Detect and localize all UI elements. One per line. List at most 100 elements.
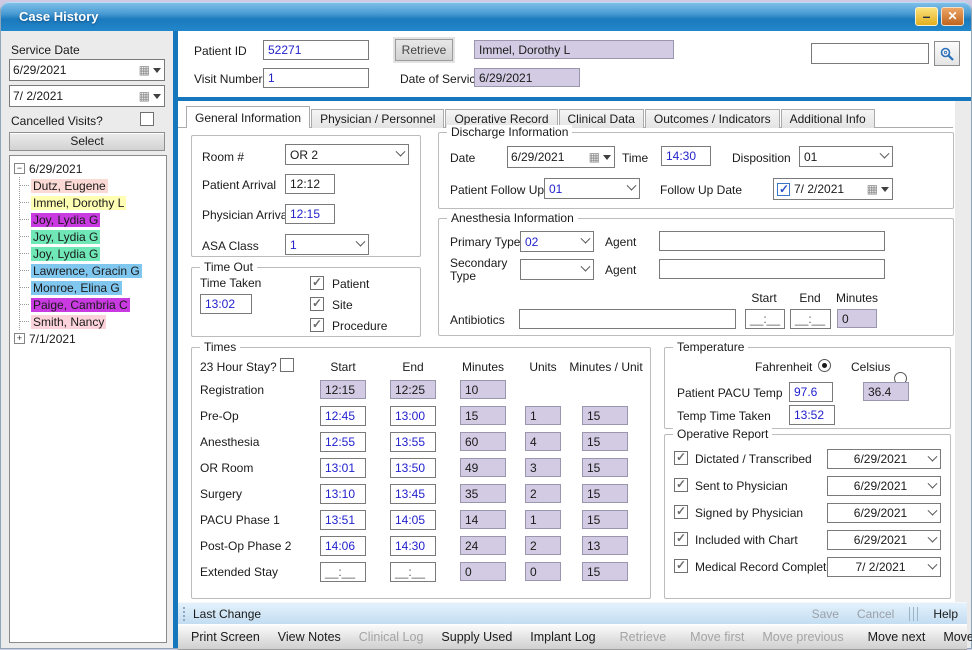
discharge-time-field[interactable]: 14:30	[661, 146, 711, 166]
opreport-date-included-with-chart[interactable]: 6/29/2021	[827, 530, 941, 550]
service-date-label: Service Date	[11, 43, 80, 57]
time-out-groupbox: Time Out Time Taken 13:02 PatientSitePro…	[191, 267, 421, 337]
times-row-label: Anesthesia	[200, 435, 259, 449]
tree-item-immel-dorothy-l[interactable]: Immel, Dorothy L	[20, 194, 166, 211]
toolbar-supply-used-button[interactable]: Supply Used	[432, 630, 521, 644]
times-start-field[interactable]: 13:10	[320, 484, 366, 504]
patient-arrival-value: 12:12	[290, 177, 320, 191]
opreport-checkbox-medical-record-complete[interactable]	[674, 559, 688, 573]
select-button[interactable]: Select	[9, 132, 165, 151]
opreport-date-medical-record-complete[interactable]: 7/ 2/2021	[827, 557, 941, 577]
visit-number-field[interactable]: 1	[263, 68, 369, 88]
primary-type-combo[interactable]: 02	[520, 231, 594, 252]
stay-checkbox[interactable]	[280, 358, 294, 372]
antibiotics-start-field[interactable]: __:__	[745, 309, 785, 329]
toolbar-retrieve-button[interactable]: Retrieve	[611, 630, 676, 644]
grip-icon[interactable]	[183, 607, 185, 621]
times-end-field[interactable]: 13:55	[390, 432, 436, 452]
toolbar-print-screen-button[interactable]: Print Screen	[182, 630, 269, 644]
opreport-checkbox-included-with-chart[interactable]	[674, 532, 688, 546]
close-button[interactable]: ✕	[941, 7, 964, 26]
discharge-date-picker[interactable]: 6/29/2021	[507, 146, 615, 168]
tree-item-joy-lydia-g[interactable]: Joy, Lydia G	[20, 245, 166, 262]
agent2-field[interactable]	[659, 259, 885, 279]
cancel-button[interactable]: Cancel	[848, 607, 903, 621]
patient-follow-up-combo[interactable]: 01	[544, 178, 640, 199]
operative-report-groupbox: Operative Report Dictated / Transcribed6…	[664, 434, 951, 599]
tree-node-6-29-2021[interactable]: −6/29/2021	[14, 160, 166, 177]
toolbar-implant-log-button[interactable]: Implant Log	[521, 630, 604, 644]
service-date-start-picker[interactable]: 6/29/2021	[9, 59, 165, 81]
asa-class-combo[interactable]: 1	[285, 234, 369, 255]
times-start-field[interactable]: __:__	[320, 562, 366, 582]
timeout-checkbox-procedure[interactable]	[310, 318, 324, 332]
retrieve-button[interactable]: Retrieve	[395, 39, 453, 61]
tab-physician-personnel[interactable]: Physician / Personnel	[311, 109, 444, 128]
toolbar-clinical-log-button[interactable]: Clinical Log	[350, 630, 433, 644]
search-button[interactable]	[934, 41, 960, 66]
tree-item-monroe-elina-g[interactable]: Monroe, Elina G	[20, 279, 166, 296]
fahrenheit-radio[interactable]	[818, 359, 831, 372]
tab-additional-info[interactable]: Additional Info	[781, 109, 875, 128]
pacu-temp-f-field[interactable]: 97.6	[789, 382, 833, 402]
service-date-end-picker[interactable]: 7/ 2/2021	[9, 85, 165, 107]
time-taken-field[interactable]: 13:02	[200, 294, 252, 314]
toolbar-move-next-button[interactable]: Move next	[859, 630, 935, 644]
opreport-date-signed-by-physician[interactable]: 6/29/2021	[827, 503, 941, 523]
tab-general-information[interactable]: General Information	[186, 106, 310, 128]
opreport-date-value: 6/29/2021	[832, 452, 929, 466]
save-button[interactable]: Save	[803, 607, 848, 621]
opreport-date-sent-to-physician[interactable]: 6/29/2021	[827, 476, 941, 496]
opreport-checkbox-sent-to-physician[interactable]	[674, 478, 688, 492]
antibiotics-end-field[interactable]: __:__	[790, 309, 831, 329]
opreport-checkbox-dictated-transcribed[interactable]	[674, 451, 688, 465]
times-start-field[interactable]: 12:45	[320, 406, 366, 426]
antibiotics-field[interactable]	[519, 309, 736, 329]
times-start-field[interactable]: 12:55	[320, 432, 366, 452]
times-start-field: 12:15	[320, 380, 366, 399]
statusbar-help-button[interactable]: Help	[924, 607, 967, 621]
times-start-field[interactable]: 13:51	[320, 510, 366, 530]
patient-tree-label: Joy, Lydia G	[31, 213, 100, 227]
agent1-field[interactable]	[659, 231, 885, 251]
search-input[interactable]	[811, 43, 929, 64]
toolbar-move-last-button[interactable]: Move last	[934, 630, 972, 644]
tree-expander-icon[interactable]: +	[14, 333, 25, 344]
tree-node-7-1-2021[interactable]: +7/1/2021	[14, 330, 166, 347]
opreport-date-value: 7/ 2/2021	[832, 560, 929, 574]
tree-expander-icon[interactable]: −	[14, 163, 25, 174]
toolbar-view-notes-button[interactable]: View Notes	[269, 630, 350, 644]
timeout-checkbox-patient[interactable]	[310, 276, 324, 290]
patient-arrival-field[interactable]: 12:12	[285, 174, 335, 194]
patient-id-field[interactable]: 52271	[263, 40, 369, 60]
timeout-checkbox-site[interactable]	[310, 297, 324, 311]
tree-item-joy-lydia-g[interactable]: Joy, Lydia G	[20, 228, 166, 245]
times-end-field[interactable]: 13:45	[390, 484, 436, 504]
tree-item-dutz-eugene[interactable]: Dutz, Eugene	[20, 177, 166, 194]
cancelled-visits-checkbox[interactable]	[140, 112, 154, 126]
tree-item-lawrence-gracin-g[interactable]: Lawrence, Gracin G	[20, 262, 166, 279]
times-start-field[interactable]: 13:01	[320, 458, 366, 478]
tab-outcomes-indicators[interactable]: Outcomes / Indicators	[645, 109, 780, 128]
follow-up-date-picker[interactable]: 7/ 2/2021	[773, 178, 893, 200]
tree-item-paige-cambria-c[interactable]: Paige, Cambria C	[20, 296, 166, 313]
opreport-checkbox-signed-by-physician[interactable]	[674, 505, 688, 519]
times-end-field[interactable]: 14:30	[390, 536, 436, 556]
disposition-combo[interactable]: 01	[799, 146, 893, 167]
secondary-type-combo[interactable]	[520, 259, 594, 280]
times-end-field[interactable]: 13:50	[390, 458, 436, 478]
temp-time-field[interactable]: 13:52	[789, 405, 835, 425]
opreport-date-dictated-transcribed[interactable]: 6/29/2021	[827, 449, 941, 469]
times-end-field[interactable]: __:__	[390, 562, 436, 582]
times-end-field[interactable]: 13:00	[390, 406, 436, 426]
toolbar-move-previous-button[interactable]: Move previous	[753, 630, 852, 644]
times-start-field[interactable]: 14:06	[320, 536, 366, 556]
follow-up-date-checkbox[interactable]	[777, 183, 790, 196]
physician-arrival-field[interactable]: 12:15	[285, 204, 335, 224]
room-combo[interactable]: OR 2	[285, 144, 409, 165]
tree-item-joy-lydia-g[interactable]: Joy, Lydia G	[20, 211, 166, 228]
times-end-field[interactable]: 14:05	[390, 510, 436, 530]
minimize-button[interactable]: –	[915, 7, 938, 26]
toolbar-move-first-button[interactable]: Move first	[681, 630, 753, 644]
tree-item-smith-nancy[interactable]: Smith, Nancy	[20, 313, 166, 330]
